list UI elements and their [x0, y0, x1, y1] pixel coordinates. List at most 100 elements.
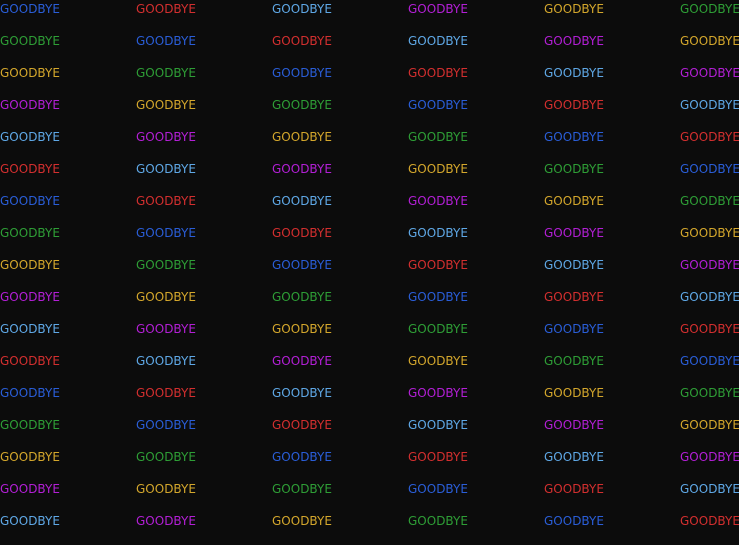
terminal-output[interactable]: GOODBYE GOODBYE GOODBYE GOODBYE GOODBYE GOODB…	[0, 0, 739, 529]
goodbye-text: GOODBYE	[408, 482, 468, 496]
goodbye-text: GOODBYE	[680, 194, 739, 208]
output-line: GOODBYE GOODBYE GOODBYE GOODBYE GOODBYE GOODB…	[0, 449, 739, 481]
goodbye-text: GOODBYE	[408, 514, 468, 528]
goodbye-text: GOODBYE	[544, 482, 604, 496]
goodbye-text: GOODBYE	[136, 386, 196, 400]
goodbye-text: GOODBYE	[136, 322, 196, 336]
goodbye-text: GOODBYE	[544, 34, 604, 48]
goodbye-text: GOODBYE	[272, 322, 332, 336]
goodbye-text: GOODBYE	[680, 354, 739, 368]
goodbye-text: GOODBYE	[136, 98, 196, 112]
goodbye-text: GOODBYE	[680, 418, 739, 432]
output-line: GOODBYE GOODBYE GOODBYE GOODBYE GOODBYE GOODB…	[0, 417, 739, 449]
goodbye-text: GOODBYE	[680, 162, 739, 176]
goodbye-text: GOODBYE	[136, 226, 196, 240]
goodbye-text: GOODBYE	[0, 226, 60, 240]
goodbye-text: GOODBYE	[544, 2, 604, 16]
output-line: GOODBYE GOODBYE GOODBYE GOODBYE GOODBYE GOODB…	[0, 193, 739, 225]
goodbye-text: GOODBYE	[0, 386, 60, 400]
goodbye-text: GOODBYE	[0, 258, 60, 272]
goodbye-text: GOODBYE	[0, 354, 60, 368]
goodbye-text: GOODBYE	[408, 290, 468, 304]
output-line: GOODBYE GOODBYE GOODBYE GOODBYE GOODBYE GOODB…	[0, 33, 739, 65]
output-line: GOODBYE GOODBYE GOODBYE GOODBYE GOODBYE GOODB…	[0, 513, 739, 545]
goodbye-text: GOODBYE	[680, 322, 739, 336]
goodbye-text: GOODBYE	[680, 34, 739, 48]
goodbye-text: GOODBYE	[408, 98, 468, 112]
goodbye-text: GOODBYE	[408, 194, 468, 208]
goodbye-text: GOODBYE	[272, 34, 332, 48]
goodbye-text: GOODBYE	[680, 258, 739, 272]
goodbye-text: GOODBYE	[544, 162, 604, 176]
goodbye-text: GOODBYE	[680, 98, 739, 112]
goodbye-text: GOODBYE	[272, 386, 332, 400]
goodbye-text: GOODBYE	[0, 130, 60, 144]
goodbye-text: GOODBYE	[544, 290, 604, 304]
output-line: GOODBYE GOODBYE GOODBYE GOODBYE GOODBYE GOODB…	[0, 225, 739, 257]
output-line: GOODBYE GOODBYE GOODBYE GOODBYE GOODBYE GOODB…	[0, 129, 739, 161]
goodbye-text: GOODBYE	[0, 2, 60, 16]
output-line: GOODBYE GOODBYE GOODBYE GOODBYE GOODBYE GOODB…	[0, 161, 739, 193]
goodbye-text: GOODBYE	[272, 2, 332, 16]
goodbye-text: GOODBYE	[136, 130, 196, 144]
goodbye-text: GOODBYE	[680, 514, 739, 528]
goodbye-text: GOODBYE	[272, 130, 332, 144]
goodbye-text: GOODBYE	[680, 2, 739, 16]
goodbye-text: GOODBYE	[272, 66, 332, 80]
goodbye-text: GOODBYE	[272, 290, 332, 304]
goodbye-text: GOODBYE	[272, 258, 332, 272]
output-line: GOODBYE GOODBYE GOODBYE GOODBYE GOODBYE GOODB…	[0, 257, 739, 289]
goodbye-text: GOODBYE	[272, 162, 332, 176]
goodbye-text: GOODBYE	[544, 226, 604, 240]
goodbye-text: GOODBYE	[408, 354, 468, 368]
goodbye-text: GOODBYE	[680, 130, 739, 144]
goodbye-text: GOODBYE	[544, 130, 604, 144]
goodbye-text: GOODBYE	[408, 34, 468, 48]
goodbye-text: GOODBYE	[544, 66, 604, 80]
output-line: GOODBYE GOODBYE GOODBYE GOODBYE GOODBYE GOODB…	[0, 65, 739, 97]
goodbye-text: GOODBYE	[0, 450, 60, 464]
goodbye-text: GOODBYE	[272, 482, 332, 496]
goodbye-text: GOODBYE	[544, 418, 604, 432]
goodbye-text: GOODBYE	[272, 450, 332, 464]
goodbye-text: GOODBYE	[136, 482, 196, 496]
goodbye-text: GOODBYE	[408, 450, 468, 464]
goodbye-text: GOODBYE	[680, 66, 739, 80]
goodbye-text: GOODBYE	[544, 450, 604, 464]
goodbye-text: GOODBYE	[136, 354, 196, 368]
goodbye-text: GOODBYE	[136, 418, 196, 432]
goodbye-text: GOODBYE	[136, 258, 196, 272]
goodbye-text: GOODBYE	[272, 194, 332, 208]
goodbye-text: GOODBYE	[0, 162, 60, 176]
goodbye-text: GOODBYE	[544, 258, 604, 272]
goodbye-text: GOODBYE	[272, 226, 332, 240]
goodbye-text: GOODBYE	[544, 322, 604, 336]
goodbye-text: GOODBYE	[136, 2, 196, 16]
goodbye-text: GOODBYE	[0, 322, 60, 336]
goodbye-text: GOODBYE	[408, 162, 468, 176]
output-line: GOODBYE GOODBYE GOODBYE GOODBYE GOODBYE GOODB…	[0, 481, 739, 513]
goodbye-text: GOODBYE	[408, 66, 468, 80]
goodbye-text: GOODBYE	[408, 130, 468, 144]
goodbye-text: GOODBYE	[408, 258, 468, 272]
goodbye-text: GOODBYE	[0, 66, 60, 80]
output-line: GOODBYE GOODBYE GOODBYE GOODBYE GOODBYE GOODB…	[0, 1, 739, 33]
goodbye-text: GOODBYE	[544, 354, 604, 368]
goodbye-text: GOODBYE	[408, 418, 468, 432]
goodbye-text: GOODBYE	[0, 194, 60, 208]
goodbye-text: GOODBYE	[136, 194, 196, 208]
goodbye-text: GOODBYE	[136, 450, 196, 464]
goodbye-text: GOODBYE	[0, 514, 60, 528]
goodbye-text: GOODBYE	[680, 290, 739, 304]
goodbye-text: GOODBYE	[544, 194, 604, 208]
goodbye-text: GOODBYE	[544, 514, 604, 528]
goodbye-text: GOODBYE	[136, 514, 196, 528]
output-line: GOODBYE GOODBYE GOODBYE GOODBYE GOODBYE GOODB…	[0, 321, 739, 353]
goodbye-text: GOODBYE	[544, 386, 604, 400]
output-line: GOODBYE GOODBYE GOODBYE GOODBYE GOODBYE GOODB…	[0, 289, 739, 321]
goodbye-text: GOODBYE	[0, 418, 60, 432]
goodbye-text: GOODBYE	[0, 98, 60, 112]
goodbye-text: GOODBYE	[408, 226, 468, 240]
output-line: GOODBYE GOODBYE GOODBYE GOODBYE GOODBYE GOODB…	[0, 385, 739, 417]
goodbye-text: GOODBYE	[680, 450, 739, 464]
